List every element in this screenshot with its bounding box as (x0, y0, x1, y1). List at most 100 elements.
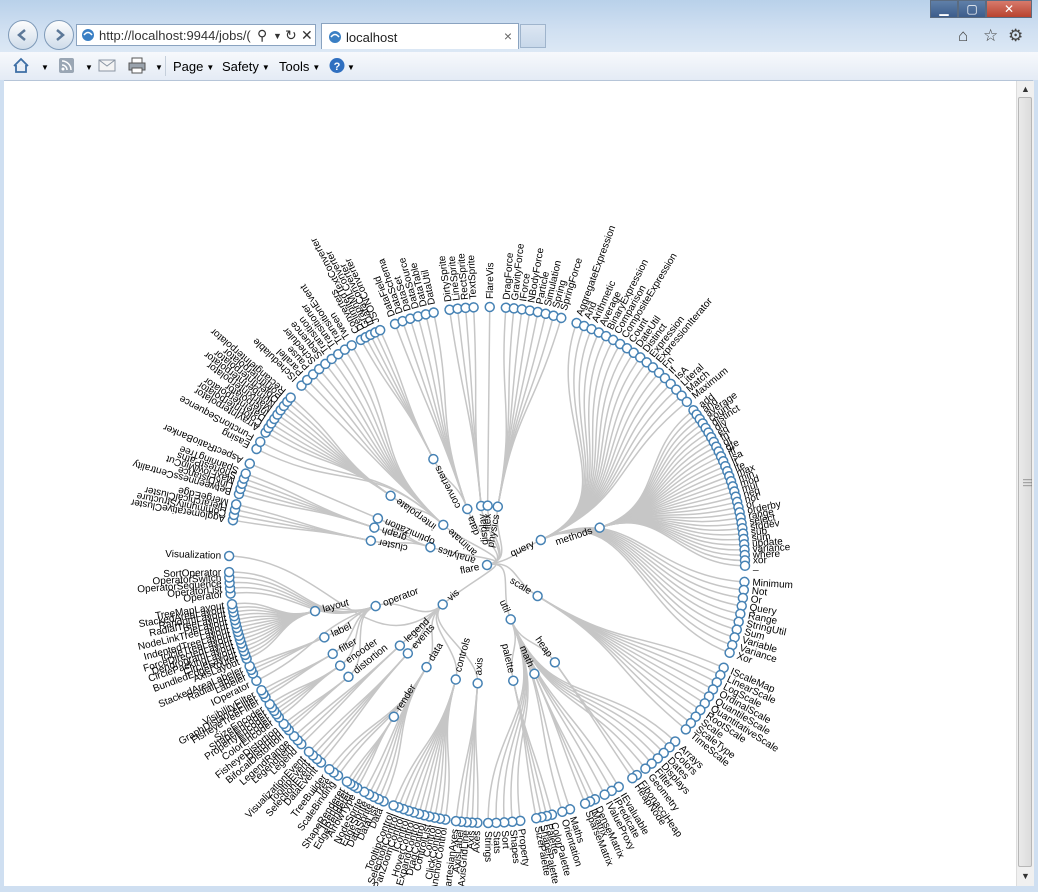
tree-node-label: axis (473, 657, 485, 676)
home-icon[interactable]: ⌂ (958, 26, 968, 46)
tree-node-circle[interactable] (369, 522, 380, 533)
window-frame-bottom (0, 886, 1038, 892)
home-icon[interactable] (12, 57, 30, 74)
tree-node-circle[interactable] (484, 301, 495, 313)
refresh-icon[interactable]: ↻ (285, 27, 297, 44)
tree-node[interactable]: SortOperator (163, 566, 235, 580)
tree-node-circle[interactable] (482, 500, 493, 511)
gear-icon[interactable]: ⚙ (1008, 26, 1023, 46)
minimize-button[interactable]: ▁ (930, 0, 958, 18)
forward-button[interactable] (44, 20, 74, 50)
tree-link (229, 581, 376, 614)
tree-node-circle[interactable] (482, 817, 494, 829)
search-icon[interactable]: ⚲ (257, 27, 267, 44)
home-dropdown-arrow[interactable]: ▼ (38, 59, 49, 74)
safety-menu[interactable]: Safety ▼ (222, 59, 270, 74)
rss-feed-icon[interactable] (58, 57, 76, 74)
tree-node-circle[interactable] (450, 674, 461, 685)
tree-node-circle[interactable] (370, 600, 382, 612)
browser-tab[interactable]: localhost × (321, 23, 519, 49)
tree-node-label: FlareVis (485, 262, 496, 299)
tree-node[interactable]: scale (508, 575, 544, 603)
back-button[interactable] (8, 20, 38, 50)
tree-node-circle[interactable] (468, 302, 479, 313)
tree-node[interactable]: vis (436, 587, 462, 612)
tree-node-label: heap (533, 635, 555, 660)
new-tab-button[interactable] (520, 24, 546, 48)
tree-node-label: data (426, 641, 446, 664)
tree-node-label: Visualization (165, 549, 221, 562)
tree-node[interactable]: axis (472, 657, 486, 689)
tree-node-circle[interactable] (549, 656, 562, 669)
tree-node-circle[interactable] (327, 648, 339, 660)
tree-node-circle[interactable] (244, 458, 256, 470)
print-icon[interactable] (128, 57, 146, 74)
tree-node-circle[interactable] (492, 501, 504, 512)
tree-node-label: math (517, 644, 536, 669)
tree-node-label: vis (445, 587, 461, 603)
tools-menu[interactable]: Tools ▼ (279, 59, 320, 74)
scrollbar-thumb[interactable]: — — — (1018, 97, 1032, 867)
stop-icon[interactable]: ✕ (301, 27, 313, 44)
tree-link (497, 317, 562, 507)
tree-node-circle[interactable] (472, 678, 483, 689)
tree-node-circle[interactable] (505, 613, 517, 625)
tree-node-label: controls (453, 637, 473, 674)
close-icon[interactable]: × (504, 28, 512, 44)
tree-node[interactable]: palette (499, 643, 519, 687)
favorites-star-icon[interactable]: ☆ (983, 26, 998, 46)
scroll-up-icon[interactable]: ▲ (1021, 84, 1030, 94)
page-content: flare analytics cluster AgglomerativeCluste… (4, 81, 1016, 886)
print-dropdown-arrow[interactable]: ▼ (152, 59, 163, 74)
vertical-scrollbar[interactable]: ▲ — — — ▼ (1016, 81, 1034, 886)
tree-node-circle[interactable] (508, 675, 519, 686)
scroll-down-icon[interactable]: ▼ (1021, 871, 1030, 881)
maximize-button[interactable]: ▢ (958, 0, 986, 18)
tree-node-circle[interactable] (226, 598, 238, 610)
tree-node[interactable]: data (420, 641, 446, 674)
tree-link (382, 666, 428, 802)
tree-node[interactable]: Strings (482, 817, 494, 862)
tree-node[interactable]: Visualization (165, 549, 235, 562)
tree-link (265, 431, 392, 497)
tree-node-label: Strings (482, 831, 493, 862)
tree-node-circle[interactable] (318, 631, 330, 643)
feed-dropdown-arrow[interactable]: ▼ (82, 59, 93, 74)
tree-node-circle[interactable] (531, 590, 543, 602)
tree-node[interactable]: layout (309, 597, 350, 618)
tree-node-circle[interactable] (420, 661, 432, 673)
forward-icon (56, 29, 65, 41)
tree-link (497, 309, 523, 507)
tree-node-circle[interactable] (481, 559, 493, 571)
tree-node-circle[interactable] (530, 813, 542, 824)
safety-menu-label: Safety (222, 59, 259, 74)
tree-link (537, 595, 724, 669)
tree-node[interactable]: util (497, 598, 517, 626)
help-dropdown-arrow[interactable]: ▼ (344, 59, 355, 74)
tree-node[interactable]: FlareVis (484, 262, 497, 313)
read-mail-icon[interactable] (98, 57, 116, 74)
tree-node-circle[interactable] (427, 453, 439, 465)
tree-node-circle[interactable] (223, 550, 235, 562)
tree-link (346, 716, 395, 783)
page-menu[interactable]: Page ▼ (173, 59, 214, 74)
tree-link (328, 666, 428, 770)
address-url[interactable]: http://localhost:9944/jobs/( (99, 28, 259, 43)
tree-node[interactable]: query (509, 534, 548, 560)
window-close-button[interactable]: ✕ (986, 0, 1032, 18)
tree-node-label: TextSprite (466, 254, 479, 299)
command-separator (165, 56, 166, 76)
tree-link (510, 619, 676, 743)
tree-node-circle[interactable] (739, 560, 751, 572)
address-bar[interactable]: http://localhost:9944/jobs/( ⚲ ▼ ↻ ✕ (76, 24, 316, 46)
site-favicon (82, 29, 94, 41)
dropdown-icon[interactable]: ▼ (273, 31, 282, 41)
tree-node-label: _ (752, 561, 759, 572)
back-icon (17, 29, 26, 41)
tree-node-circle[interactable] (365, 535, 377, 546)
browser-titlebar: http://localhost:9944/jobs/( ⚲ ▼ ↻ ✕ loc… (0, 0, 1038, 52)
tree-node-circle[interactable] (450, 815, 462, 827)
tree-node-circle[interactable] (223, 566, 235, 578)
tree-node-circle[interactable] (535, 534, 547, 546)
tree-link (486, 307, 491, 506)
